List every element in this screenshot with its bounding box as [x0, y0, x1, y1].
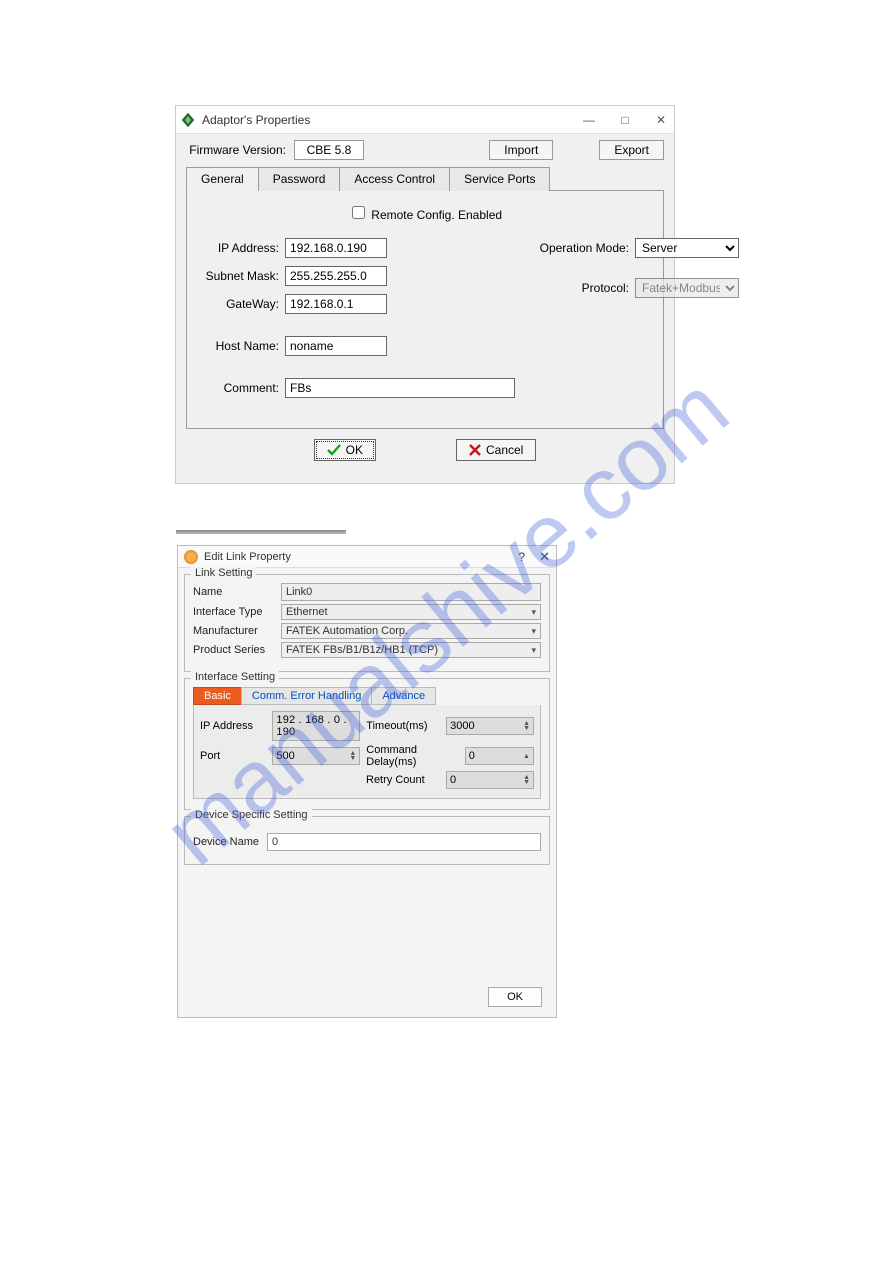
- ip-address-value: 192 . 168 . 0 . 190: [276, 714, 356, 738]
- remote-config-checkbox-label[interactable]: Remote Config. Enabled: [348, 208, 502, 222]
- timeout-label: Timeout(ms): [366, 720, 446, 732]
- gateway-label: GateWay:: [201, 297, 279, 311]
- spinner-arrows-icon: ▲: [523, 754, 530, 759]
- export-button[interactable]: Export: [599, 140, 664, 160]
- operation-mode-label: Operation Mode:: [533, 241, 629, 255]
- manufacturer-select[interactable]: FATEK Automation Corp. ▾: [281, 623, 541, 639]
- name-label: Name: [193, 586, 281, 598]
- host-name-input[interactable]: [285, 336, 387, 356]
- subnet-mask-label: Subnet Mask:: [201, 269, 279, 283]
- basic-tab-content: IP Address 192 . 168 . 0 . 190 Timeout(m…: [193, 705, 541, 799]
- tab-password[interactable]: Password: [258, 167, 341, 191]
- port-value: 500: [276, 750, 349, 762]
- host-name-label: Host Name:: [201, 339, 279, 353]
- gateway-input[interactable]: [285, 294, 387, 314]
- chevron-down-icon: ▾: [531, 607, 536, 618]
- name-input[interactable]: [281, 583, 541, 601]
- interface-type-label: Interface Type: [193, 606, 281, 618]
- adaptor-properties-dialog: Adaptor's Properties — □ ✕ Firmware Vers…: [175, 105, 675, 484]
- remote-config-text: Remote Config. Enabled: [371, 208, 502, 222]
- firmware-version-value: CBE 5.8: [294, 140, 364, 160]
- retry-count-input[interactable]: 0 ▲▼: [446, 771, 534, 789]
- manufacturer-value: FATEK Automation Corp.: [286, 625, 531, 637]
- interface-type-value: Ethernet: [286, 606, 531, 618]
- product-series-value: FATEK FBs/B1/B1z/HB1 (TCP): [286, 644, 531, 656]
- subnet-mask-input[interactable]: [285, 266, 387, 286]
- device-name-input[interactable]: [267, 833, 541, 851]
- manufacturer-label: Manufacturer: [193, 625, 281, 637]
- protocol-label: Protocol:: [533, 281, 629, 295]
- product-series-select[interactable]: FATEK FBs/B1/B1z/HB1 (TCP) ▾: [281, 642, 541, 658]
- device-specific-setting-title: Device Specific Setting: [191, 809, 312, 821]
- edit-link-property-dialog: Edit Link Property ? ✕ Link Setting Name…: [177, 545, 557, 1018]
- ok-button[interactable]: OK: [314, 439, 376, 461]
- ok-button-label: OK: [346, 443, 363, 457]
- firmware-version-label: Firmware Version:: [186, 143, 286, 157]
- interface-type-select[interactable]: Ethernet ▾: [281, 604, 541, 620]
- retry-count-value: 0: [450, 774, 523, 786]
- tab-general[interactable]: General: [186, 167, 259, 191]
- device-specific-setting-group: Device Specific Setting Device Name: [184, 816, 550, 865]
- comment-input[interactable]: [285, 378, 515, 398]
- operation-mode-select[interactable]: Server: [635, 238, 739, 258]
- tab-advance[interactable]: Advance: [371, 687, 436, 705]
- timeout-value: 3000: [450, 720, 523, 732]
- cancel-x-icon: [469, 444, 481, 456]
- link-setting-title: Link Setting: [191, 567, 256, 579]
- chevron-down-icon: ▾: [531, 645, 536, 656]
- ip-address-input[interactable]: 192 . 168 . 0 . 190: [272, 711, 360, 741]
- cancel-button-label: Cancel: [486, 443, 523, 457]
- protocol-select: Fatek+Modbus: [635, 278, 739, 298]
- timeout-input[interactable]: 3000 ▲▼: [446, 717, 534, 735]
- section-divider: [176, 530, 346, 534]
- interface-setting-group: Interface Setting Basic Comm. Error Hand…: [184, 678, 550, 810]
- tab-basic[interactable]: Basic: [193, 687, 242, 705]
- spinner-arrows-icon: ▲▼: [349, 751, 356, 761]
- tab-service-ports[interactable]: Service Ports: [449, 167, 550, 191]
- close-button[interactable]: ✕: [539, 549, 550, 565]
- tab-access-control[interactable]: Access Control: [339, 167, 450, 191]
- app-icon: [184, 550, 198, 564]
- comment-label: Comment:: [201, 381, 279, 395]
- ok-check-icon: [327, 444, 341, 456]
- ip-address-input[interactable]: [285, 238, 387, 258]
- help-button[interactable]: ?: [518, 550, 525, 564]
- import-button[interactable]: Import: [489, 140, 553, 160]
- spacer: [184, 871, 550, 981]
- titlebar: Adaptor's Properties — □ ✕: [176, 106, 674, 134]
- title-text: Edit Link Property: [204, 551, 518, 563]
- command-delay-value: 0: [469, 750, 523, 762]
- tab-general-content: Remote Config. Enabled IP Address: Subne…: [186, 191, 664, 429]
- ip-address-label: IP Address:: [201, 241, 279, 255]
- command-delay-input[interactable]: 0 ▲: [465, 747, 534, 765]
- interface-setting-title: Interface Setting: [191, 671, 279, 683]
- maximize-button[interactable]: □: [616, 111, 634, 129]
- device-name-label: Device Name: [193, 836, 267, 848]
- minimize-button[interactable]: —: [580, 111, 598, 129]
- port-input[interactable]: 500 ▲▼: [272, 747, 360, 765]
- product-series-label: Product Series: [193, 644, 281, 656]
- command-delay-label: Command Delay(ms): [366, 744, 464, 768]
- cancel-button[interactable]: Cancel: [456, 439, 536, 461]
- close-button[interactable]: ✕: [652, 111, 670, 129]
- port-label: Port: [200, 750, 272, 762]
- spinner-arrows-icon: ▲▼: [523, 775, 530, 785]
- title-text: Adaptor's Properties: [202, 113, 580, 127]
- chevron-down-icon: ▾: [531, 626, 536, 637]
- remote-config-checkbox[interactable]: [352, 206, 365, 219]
- spinner-arrows-icon: ▲▼: [523, 721, 530, 731]
- ip-address-label: IP Address: [200, 720, 272, 732]
- link-setting-group: Link Setting Name Interface Type Etherne…: [184, 574, 550, 672]
- retry-count-label: Retry Count: [366, 774, 446, 786]
- ok-button[interactable]: OK: [488, 987, 542, 1007]
- titlebar: Edit Link Property ? ✕: [178, 546, 556, 568]
- app-icon: [180, 112, 196, 128]
- tabstrip: General Password Access Control Service …: [186, 166, 664, 191]
- tab-comm-error-handling[interactable]: Comm. Error Handling: [241, 687, 372, 705]
